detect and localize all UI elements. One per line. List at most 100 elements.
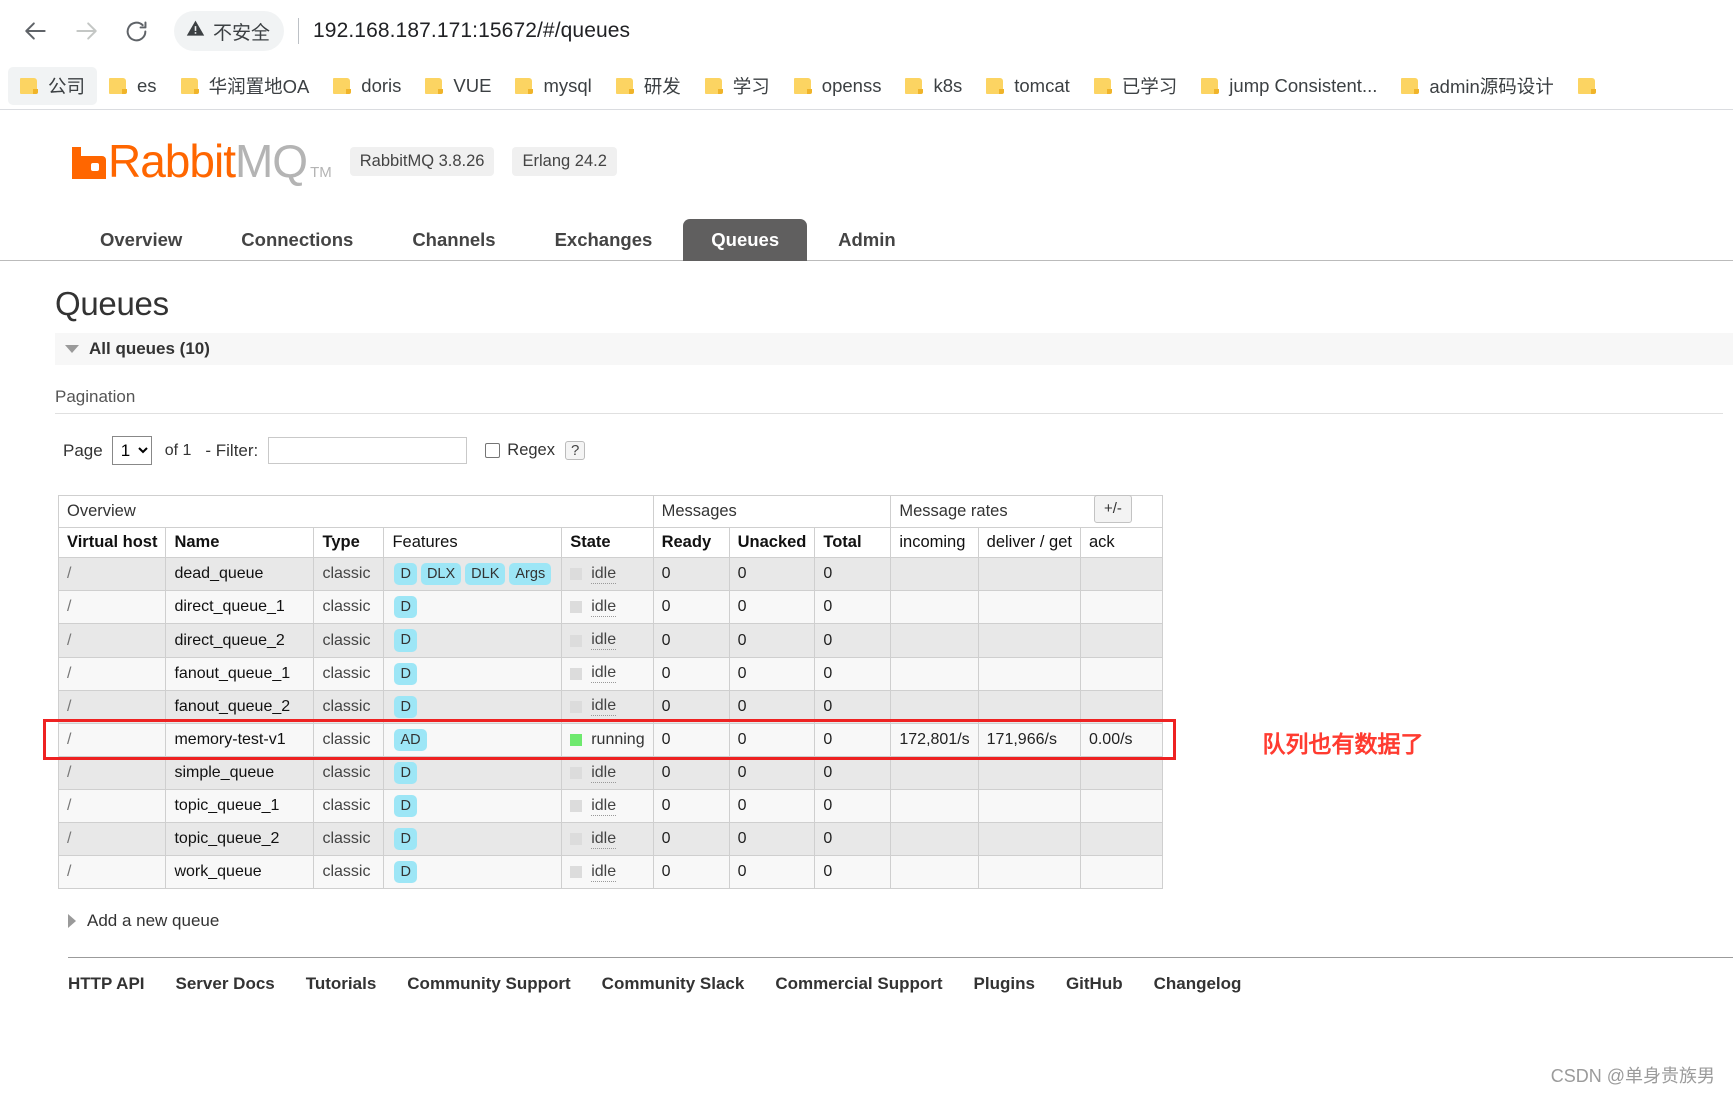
cell-ready: 0: [652, 557, 730, 592]
bookmark-item[interactable]: openss: [782, 69, 894, 103]
table-row[interactable]: / memory-test-v1 classic AD running 0 0 0 172,80…: [57, 722, 1163, 757]
cell-features: D: [383, 656, 563, 691]
state-indicator: idle: [570, 598, 644, 617]
folder-icon: [615, 77, 635, 94]
column-header-total[interactable]: Total: [814, 527, 892, 559]
regex-checkbox[interactable]: [485, 443, 501, 459]
cell-queue-name[interactable]: dead_queue: [165, 557, 315, 592]
cell-incoming-rate: 172,801/s: [890, 722, 979, 757]
cell-queue-type: classic: [313, 755, 385, 791]
folder-icon: [333, 77, 352, 94]
bookmark-item-overflow[interactable]: [1566, 72, 1609, 100]
tab-channels[interactable]: Channels: [384, 219, 523, 261]
column-header-incoming[interactable]: incoming: [890, 527, 979, 559]
footer-link-plugins[interactable]: Plugins: [974, 974, 1035, 994]
bookmark-item[interactable]: jump Consistent...: [1189, 69, 1389, 103]
bookmark-item[interactable]: 学习: [693, 67, 782, 105]
folder-icon: [20, 77, 39, 94]
bookmark-item[interactable]: mysql: [503, 69, 603, 103]
table-row[interactable]: / dead_queue classic D DLX DLK Args idle 0 0 0: [57, 557, 1163, 592]
bookmark-label: 公司: [48, 75, 86, 97]
regex-help-icon[interactable]: ?: [564, 441, 586, 461]
column-header-name[interactable]: Name: [165, 527, 315, 559]
browser-toolbar: 不安全 192.168.187.171:15672/#/queues: [0, 0, 1733, 62]
column-header-features[interactable]: Features: [383, 527, 563, 559]
cell-queue-name[interactable]: topic_queue_2: [165, 822, 315, 857]
add-queue-section[interactable]: Add a new queue: [68, 911, 1733, 931]
column-header-virtual-host[interactable]: Virtual host: [57, 527, 167, 559]
cell-deliver-get-rate: [977, 822, 1081, 857]
cell-features: D: [383, 590, 563, 625]
table-row[interactable]: / work_queue classic Didle 0 0 0: [57, 855, 1163, 890]
tab-queues[interactable]: Queues: [683, 219, 808, 262]
table-row[interactable]: / direct_queue_2 classic Didle 0 0 0: [57, 623, 1163, 658]
table-row[interactable]: / fanout_queue_2 classic Didle 0 0 0: [57, 689, 1163, 724]
bookmark-item[interactable]: k8s: [893, 69, 974, 103]
back-button[interactable]: [14, 9, 58, 53]
column-header-ready[interactable]: Ready: [652, 527, 730, 559]
table-row[interactable]: / topic_queue_1 classic Didle 0 0 0: [57, 789, 1163, 824]
rabbitmq-version-badge: RabbitMQ 3.8.26: [349, 146, 495, 176]
cell-queue-name[interactable]: fanout_queue_2: [165, 689, 315, 724]
bookmark-item[interactable]: doris: [321, 69, 413, 103]
table-row[interactable]: / fanout_queue_1 classic Didle 0 0 0: [57, 656, 1163, 691]
tab-admin[interactable]: Admin: [810, 219, 924, 261]
table-row[interactable]: / topic_queue_2 classic Didle 0 0 0: [57, 822, 1163, 857]
back-arrow-icon: [23, 18, 49, 44]
column-header-unacked[interactable]: Unacked: [728, 527, 816, 559]
security-status-chip[interactable]: 不安全: [174, 11, 285, 51]
cell-queue-name[interactable]: simple_queue: [165, 755, 315, 791]
cell-queue-name[interactable]: topic_queue_1: [165, 789, 315, 824]
forward-button[interactable]: [64, 9, 108, 53]
all-queues-section-header[interactable]: All queues (10): [55, 333, 1733, 366]
bookmark-item[interactable]: 公司: [8, 66, 98, 105]
tab-exchanges[interactable]: Exchanges: [527, 219, 681, 261]
bookmark-item[interactable]: 研发: [604, 67, 693, 105]
cell-state: idle: [561, 623, 654, 658]
status-swatch: [570, 833, 583, 846]
column-header-state[interactable]: State: [561, 527, 654, 559]
rabbitmq-logo[interactable]: Rabbit MQ TM: [72, 138, 332, 184]
bookmark-item[interactable]: admin源码设计: [1389, 67, 1565, 105]
column-header-deliver-get[interactable]: deliver / get: [977, 527, 1081, 559]
footer-link-server-docs[interactable]: Server Docs: [176, 974, 275, 994]
state-indicator: idle: [570, 631, 644, 650]
state-indicator: idle: [570, 863, 644, 882]
footer-link-changelog[interactable]: Changelog: [1154, 974, 1242, 994]
bookmark-item[interactable]: 已学习: [1082, 67, 1190, 105]
regex-option: Regex ?: [485, 441, 586, 461]
table-row[interactable]: / simple_queue classic Didle 0 0 0: [57, 755, 1163, 791]
cell-virtual-host: /: [57, 656, 167, 691]
tab-overview[interactable]: Overview: [72, 219, 210, 261]
annotation-text: 队列也有数据了: [1262, 731, 1424, 758]
reload-button[interactable]: [114, 9, 158, 53]
footer-link-http-api[interactable]: HTTP API: [68, 974, 145, 994]
bookmark-item[interactable]: 华润置地OA: [169, 67, 322, 105]
footer-link-tutorials[interactable]: Tutorials: [306, 974, 377, 994]
footer-link-commercial-support[interactable]: Commercial Support: [775, 974, 942, 994]
column-header-type[interactable]: Type: [313, 527, 385, 559]
page-select[interactable]: 1: [111, 436, 152, 466]
cell-queue-name[interactable]: memory-test-v1: [165, 722, 315, 757]
cell-queue-name[interactable]: fanout_queue_1: [165, 656, 315, 691]
page-label: Page: [63, 440, 103, 460]
bookmark-item[interactable]: es: [97, 69, 169, 103]
bookmark-bar: 公司 es 华润置地OA doris VUE mysql 研发 学习 openss k8s tomc…: [0, 62, 1733, 109]
bookmark-item[interactable]: tomcat: [974, 69, 1082, 103]
footer-link-community-slack[interactable]: Community Slack: [602, 974, 745, 994]
pagination-section: Pagination Page 1 of 1 - Filter: Regex ?: [55, 387, 1733, 466]
cell-queue-name[interactable]: direct_queue_2: [165, 623, 315, 658]
column-toggle-button[interactable]: +/-: [1094, 495, 1132, 523]
cell-queue-name[interactable]: direct_queue_1: [165, 590, 315, 625]
bookmark-item[interactable]: VUE: [413, 69, 503, 103]
table-row[interactable]: / direct_queue_1 classic Didle 0 0 0: [57, 590, 1163, 625]
footer-link-community-support[interactable]: Community Support: [407, 974, 570, 994]
cell-deliver-get-rate: [977, 590, 1081, 625]
filter-input[interactable]: [268, 437, 468, 465]
column-header-ack[interactable]: ack: [1079, 527, 1163, 559]
address-bar[interactable]: 不安全 192.168.187.171:15672/#/queues: [174, 10, 1719, 52]
cell-ack-rate: [1079, 623, 1163, 658]
cell-queue-name[interactable]: work_queue: [165, 855, 315, 890]
tab-connections[interactable]: Connections: [213, 219, 381, 261]
footer-link-github[interactable]: GitHub: [1066, 974, 1123, 994]
